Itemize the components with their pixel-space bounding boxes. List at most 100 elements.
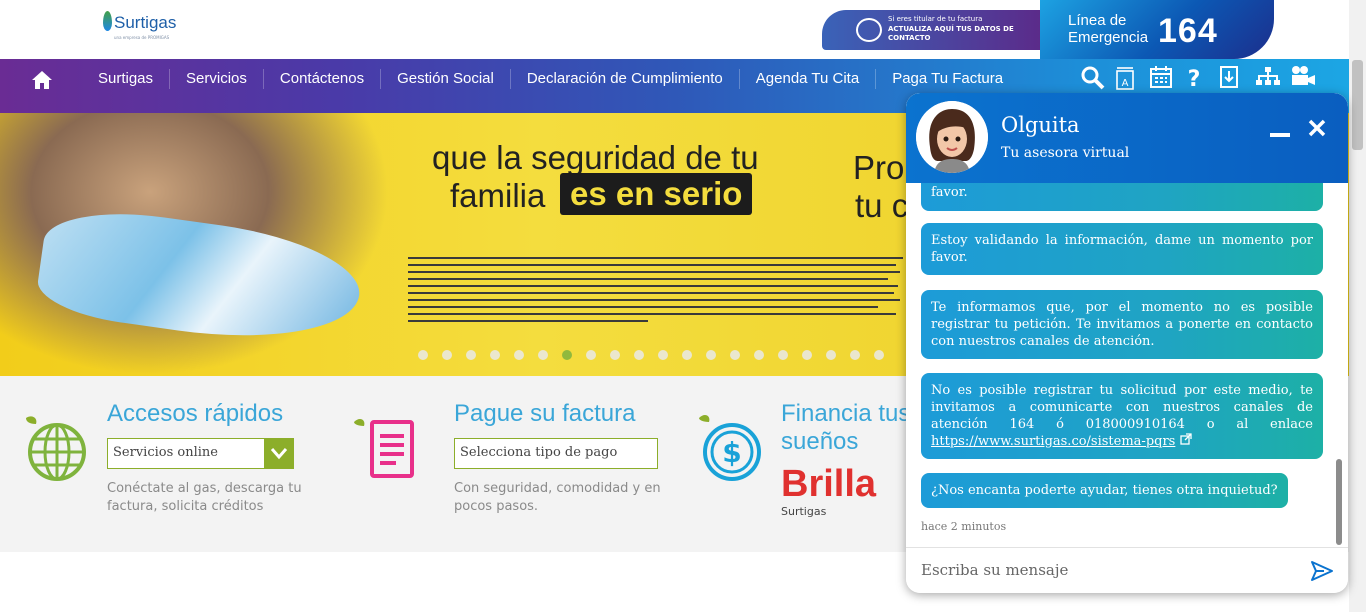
nav-item-surtigas[interactable]: Surtigas: [82, 69, 169, 89]
chat-message: Te informamos que, por el momento no es …: [921, 290, 1323, 359]
carousel-dot[interactable]: [514, 350, 524, 360]
top-header: Surtigas una empresa de PROMIGAS Si eres…: [0, 0, 1349, 59]
nav-item-gestion-social[interactable]: Gestión Social: [380, 69, 510, 89]
servicios-online-select[interactable]: Servicios online: [107, 438, 294, 469]
emergency-line-badge[interactable]: Línea de Emergencia 164: [1040, 0, 1274, 59]
servicios-select-value: Servicios online: [113, 445, 218, 460]
chat-message: ¿Nos encanta poderte ayudar, tienes otra…: [921, 473, 1288, 508]
nav-item-declaracion[interactable]: Declaración de Cumplimiento: [509, 69, 739, 89]
surtigas-logo[interactable]: Surtigas una empresa de PROMIGAS: [100, 8, 190, 44]
pqrs-link[interactable]: https://www.surtigas.co/sistema-pqrs: [931, 434, 1175, 449]
financia-title-line2: sueños: [781, 428, 859, 455]
send-icon[interactable]: [1310, 560, 1334, 582]
carousel-dot[interactable]: [850, 350, 860, 360]
accessibility-text-icon[interactable]: A: [1115, 65, 1137, 91]
carousel-dot[interactable]: [466, 350, 476, 360]
chat-message: No es posible registrar tu solicitud por…: [921, 373, 1323, 459]
emergency-number: 164: [1158, 12, 1218, 50]
external-link-icon: [1179, 433, 1192, 449]
video-icon[interactable]: [1290, 65, 1315, 91]
search-icon[interactable]: [1080, 65, 1105, 91]
svg-text:A: A: [1122, 78, 1129, 89]
bot-avatar: [916, 101, 988, 173]
logo-text: Surtigas: [114, 13, 177, 32]
chat-messages: favor. Estoy validando la información, d…: [906, 183, 1348, 547]
chat-message-text: ¿Nos encanta poderte ayudar, tienes otra…: [931, 483, 1278, 498]
home-icon[interactable]: [30, 69, 54, 93]
cloud-sync-icon: [856, 18, 882, 42]
sitemap-icon[interactable]: [1255, 65, 1280, 91]
carousel-dot[interactable]: [706, 350, 716, 360]
page-scrollbar[interactable]: [1349, 0, 1366, 612]
carousel-dot[interactable]: [754, 350, 764, 360]
carousel-dot[interactable]: [586, 350, 596, 360]
carousel-dot[interactable]: [802, 350, 812, 360]
nav-menu: Surtigas Servicios Contáctenos Gestión S…: [82, 59, 1019, 99]
chat-scrollbar-thumb[interactable]: [1336, 459, 1342, 545]
download-icon[interactable]: [1220, 65, 1242, 91]
page-scrollbar-thumb[interactable]: [1352, 60, 1363, 150]
carousel-dot[interactable]: [538, 350, 548, 360]
update-banner-line1: Si eres titular de tu factura: [888, 15, 983, 23]
carousel-dot[interactable]: [418, 350, 428, 360]
hero-headline-line2: familia: [450, 177, 546, 214]
hero-right-line2: tu c: [855, 187, 909, 224]
carousel-dot[interactable]: [490, 350, 500, 360]
chat-message-text: favor.: [931, 185, 968, 200]
carousel-dot[interactable]: [778, 350, 788, 360]
message-input[interactable]: Escriba su mensaje: [921, 561, 1068, 579]
update-banner-line2: ACTUALIZA AQUÍ TUS DATOS DE CONTACTO: [888, 25, 1014, 42]
chat-message-text: No es posible registrar tu solicitud por…: [931, 383, 1313, 432]
carousel-dot[interactable]: [682, 350, 692, 360]
pague-title: Pague su factura: [454, 400, 636, 427]
carousel-dot[interactable]: [874, 350, 884, 360]
hero-highlight: es en serio: [560, 173, 753, 215]
chat-header: Olguita Tu asesora virtual: [906, 93, 1348, 183]
logo-subtext: una empresa de PROMIGAS: [114, 35, 170, 40]
carousel-dot[interactable]: [442, 350, 452, 360]
close-icon[interactable]: [1308, 119, 1326, 137]
chat-message-text: Te informamos que, por el momento no es …: [931, 300, 1313, 349]
calendar-icon[interactable]: [1150, 65, 1172, 91]
chat-message: favor.: [921, 183, 1323, 211]
accesos-title: Accesos rápidos: [107, 400, 284, 427]
chat-message: Estoy validando la información, dame un …: [921, 223, 1323, 275]
financia-title-line1: Financia tus: [781, 400, 911, 427]
emergency-label: Línea de Emergencia: [1068, 12, 1149, 46]
chat-message-text: Estoy validando la información, dame un …: [931, 233, 1313, 265]
hero-right-line1: Pro: [853, 149, 905, 186]
money-icon: $: [697, 412, 767, 482]
help-icon[interactable]: ?: [1185, 65, 1207, 92]
chat-widget: Olguita Tu asesora virtual favor. Estoy …: [906, 93, 1348, 593]
svg-text:$: $: [722, 436, 741, 469]
carousel-dot[interactable]: [610, 350, 620, 360]
pago-select-value: Selecciona tipo de pago: [460, 445, 618, 460]
carousel-dots: [418, 350, 884, 360]
carousel-dot[interactable]: [730, 350, 740, 360]
carousel-dot[interactable]: [658, 350, 668, 360]
minimize-icon[interactable]: [1270, 123, 1290, 137]
update-contact-banner[interactable]: Si eres titular de tu factura ACTUALIZA …: [822, 10, 1040, 50]
carousel-dot[interactable]: [562, 350, 572, 360]
nav-item-contactenos[interactable]: Contáctenos: [262, 69, 380, 89]
invoice-icon: [352, 412, 422, 482]
hero-headline-line1: que la seguridad de tu: [432, 139, 759, 176]
chat-input-bar: Escriba su mensaje: [906, 547, 1348, 593]
nav-icon-tray: A ?: [1080, 65, 1315, 92]
globe-icon: [20, 412, 90, 482]
brilla-logo[interactable]: Brilla: [781, 463, 876, 506]
chevron-down-icon[interactable]: [264, 438, 294, 469]
chat-scrollbar[interactable]: [1334, 183, 1344, 547]
tipo-de-pago-select[interactable]: Selecciona tipo de pago: [454, 438, 658, 469]
carousel-dot[interactable]: [634, 350, 644, 360]
nav-item-servicios[interactable]: Servicios: [169, 69, 263, 89]
nav-item-paga-factura[interactable]: Paga Tu Factura: [875, 69, 1019, 89]
brilla-sub: Surtigas: [781, 505, 827, 518]
svg-text:?: ?: [1188, 67, 1201, 91]
carousel-dot[interactable]: [826, 350, 836, 360]
logo-drop-icon: [103, 11, 112, 31]
bot-subtitle: Tu asesora virtual: [1001, 145, 1130, 161]
pague-desc: Con seguridad, comodidad y en pocos paso…: [454, 481, 661, 514]
nav-item-agenda[interactable]: Agenda Tu Cita: [738, 69, 875, 89]
accesos-desc: Conéctate al gas, descarga tu factura, s…: [107, 481, 302, 514]
